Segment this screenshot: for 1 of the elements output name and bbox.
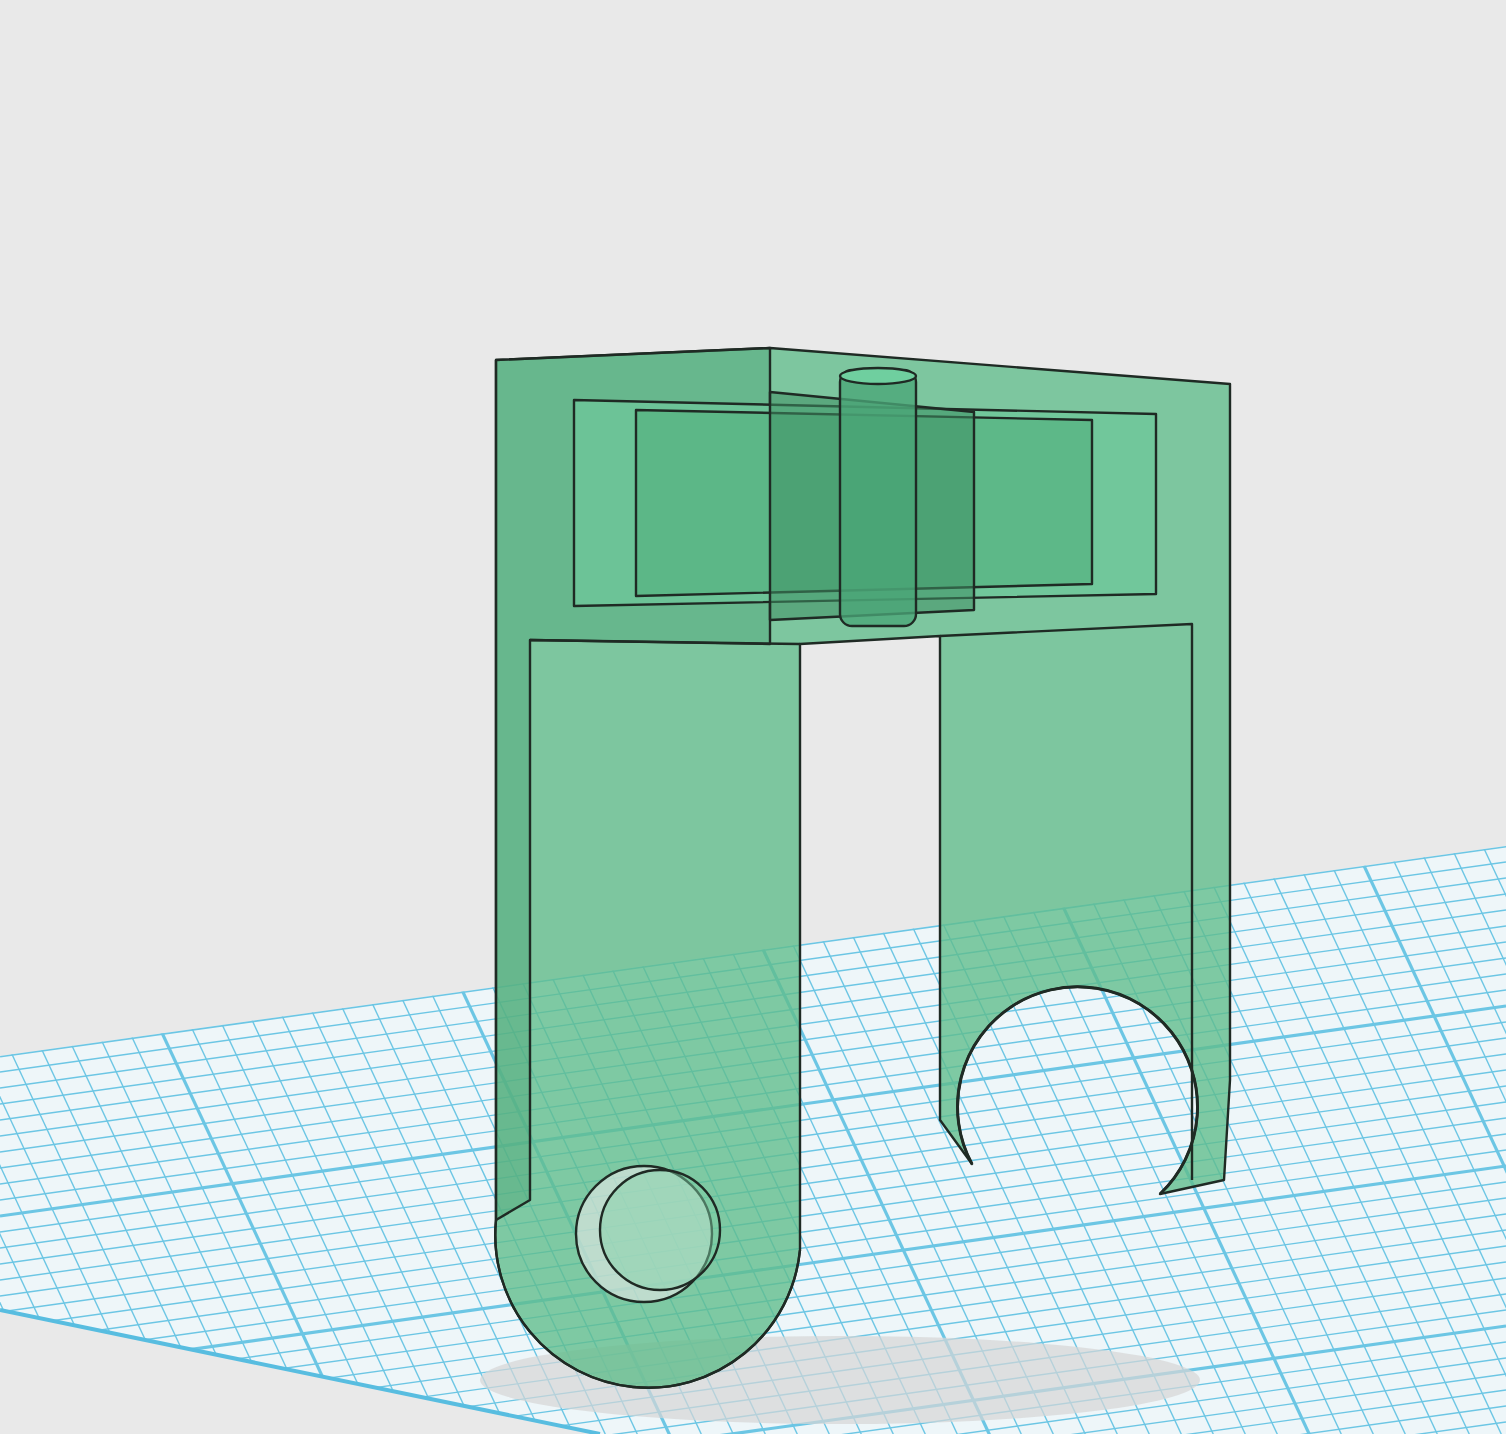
3d-viewport[interactable] [0, 0, 1506, 1434]
